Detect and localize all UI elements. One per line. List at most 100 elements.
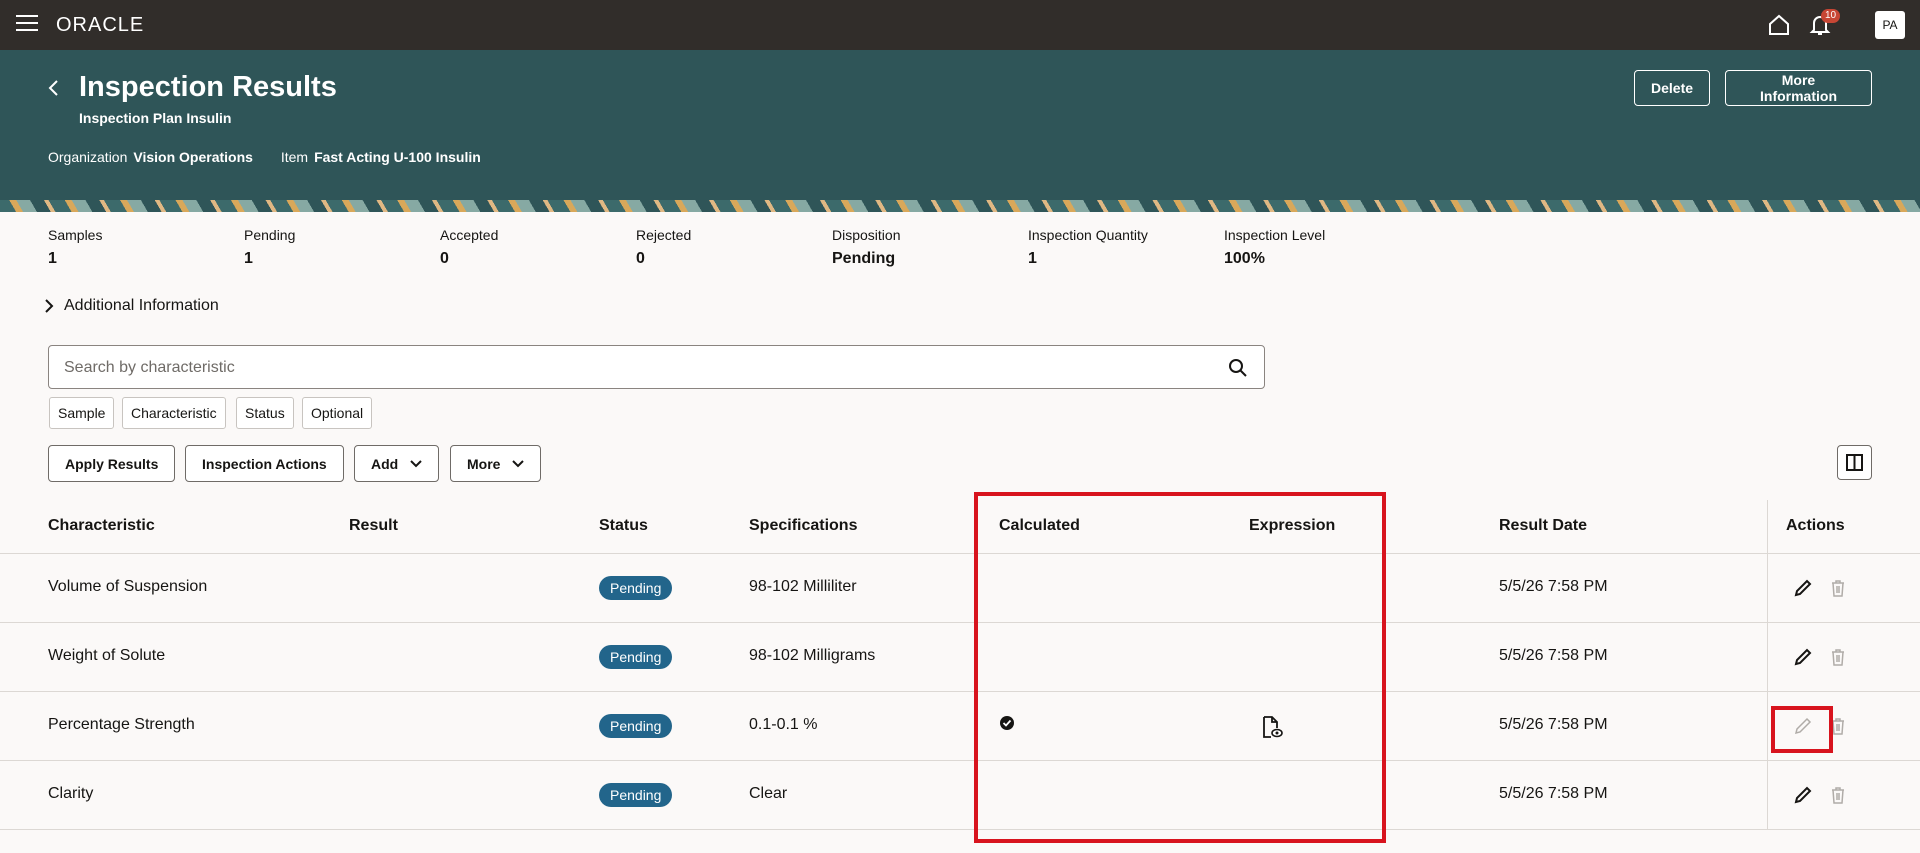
filter-chip-status[interactable]: Status: [236, 397, 294, 429]
add-label: Add: [371, 455, 399, 472]
cell-result-date: 5/5/26 7:58 PM: [1499, 785, 1608, 802]
stat-label: Inspection Quantity: [1028, 227, 1148, 243]
cell-characteristic: Weight of Solute: [48, 647, 166, 664]
cell-specifications: 0.1-0.1 %: [749, 716, 818, 733]
column-header-characteristic[interactable]: Characteristic: [48, 517, 155, 535]
edit-pencil-icon[interactable]: [1793, 578, 1813, 598]
status-badge: Pending: [599, 576, 673, 600]
column-header-actions: Actions: [1786, 517, 1845, 534]
stat-label: Samples: [48, 227, 103, 243]
menu-icon[interactable]: [16, 15, 38, 33]
stat-value: 0: [440, 250, 449, 267]
delete-trash-icon[interactable]: [1828, 578, 1848, 598]
cell-result-date: 5/5/26 7:58 PM: [1499, 716, 1608, 733]
column-header-calculated[interactable]: Calculated: [999, 517, 1080, 535]
row-divider: [0, 553, 1920, 554]
filter-chip-optional[interactable]: Optional: [302, 397, 373, 429]
panel-toggle-button[interactable]: [1837, 445, 1872, 480]
global-header: ORACLE 10 PA: [0, 0, 1920, 50]
home-icon[interactable]: [1767, 13, 1791, 37]
more-menu-button[interactable]: More: [450, 445, 542, 482]
stat-inspection-quantity: Inspection Quantity 1: [1028, 227, 1218, 268]
organization-label: Organization: [48, 149, 128, 165]
stat-value: 1: [244, 250, 253, 267]
stat-inspection-level: Inspection Level 100%: [1224, 227, 1414, 268]
status-badge: Pending: [599, 714, 673, 738]
header-decorative-pattern: [0, 200, 1920, 212]
split-panel-icon: [1846, 454, 1863, 471]
cell-result-date: 5/5/26 7:58 PM: [1499, 578, 1608, 595]
edit-pencil-icon-disabled: [1794, 717, 1812, 735]
filter-chip-sample[interactable]: Sample: [49, 397, 115, 429]
stat-value: 100%: [1224, 250, 1265, 267]
stat-label: Pending: [244, 227, 296, 243]
row-divider: [0, 691, 1920, 692]
user-avatar[interactable]: PA: [1875, 11, 1905, 39]
search-icon[interactable]: [1228, 358, 1248, 378]
delete-trash-icon[interactable]: [1828, 647, 1848, 667]
organization-value: Vision Operations: [133, 149, 253, 165]
chevron-down-icon: [512, 459, 525, 467]
stat-label: Inspection Level: [1224, 227, 1326, 243]
stat-label: Disposition: [832, 227, 901, 243]
stat-label: Rejected: [636, 227, 692, 243]
highlight-box-calculated-expression: [974, 492, 1386, 843]
cell-characteristic: Percentage Strength: [48, 716, 195, 733]
delete-button[interactable]: Delete: [1634, 70, 1710, 106]
chevron-right-icon: [45, 299, 54, 313]
status-badge: Pending: [599, 645, 673, 669]
additional-information-toggle[interactable]: Additional Information: [44, 297, 219, 315]
cell-specifications: 98-102 Milliliter: [749, 578, 857, 595]
org-item-line: Organization Vision Operations Item Fast A…: [48, 149, 481, 165]
page-subtitle: Inspection Plan Insulin: [79, 110, 232, 126]
cell-specifications: 98-102 Milligrams: [749, 647, 876, 664]
delete-trash-icon[interactable]: [1828, 716, 1848, 736]
stat-value: 1: [1028, 250, 1037, 267]
cell-result-date: 5/5/26 7:58 PM: [1499, 647, 1608, 664]
view-expression-icon[interactable]: [1261, 715, 1283, 739]
add-menu-button[interactable]: Add: [354, 445, 440, 482]
row-divider: [0, 760, 1920, 761]
edit-pencil-icon[interactable]: [1793, 785, 1813, 805]
stat-pending: Pending 1: [244, 227, 434, 268]
apply-results-button[interactable]: Apply Results: [48, 445, 176, 482]
stat-value: Pending: [832, 250, 896, 267]
stat-disposition: Disposition Pending: [832, 227, 1022, 268]
stat-value: 0: [636, 250, 645, 267]
apply-results-label: Apply Results: [65, 455, 159, 472]
stat-label: Accepted: [440, 227, 499, 243]
column-header-result-date[interactable]: Result Date: [1499, 517, 1587, 535]
stat-samples: Samples 1: [48, 227, 238, 268]
search-input[interactable]: [64, 356, 1204, 380]
notification-badge: 10: [1821, 9, 1841, 23]
column-header-specifications[interactable]: Specifications: [749, 517, 857, 535]
column-header-status[interactable]: Status: [599, 517, 648, 535]
inspection-actions-label: Inspection Actions: [202, 455, 327, 472]
column-header-expression[interactable]: Expression: [1249, 517, 1335, 535]
calculated-check-icon: [1000, 716, 1014, 730]
row-divider: [0, 622, 1920, 623]
column-header-result[interactable]: Result: [349, 517, 398, 535]
page-title: Inspection Results: [79, 71, 337, 103]
status-badge: Pending: [599, 783, 673, 807]
edit-pencil-icon[interactable]: [1793, 647, 1813, 667]
oracle-logo: ORACLE: [56, 14, 145, 36]
item-label: Item: [280, 149, 309, 165]
stat-accepted: Accepted 0: [440, 227, 630, 268]
search-field[interactable]: [48, 345, 1265, 389]
filter-chip-characteristic[interactable]: Characteristic: [122, 397, 226, 429]
more-information-button[interactable]: More Information: [1725, 70, 1872, 106]
actions-column-divider: [1767, 500, 1768, 830]
row-divider: [0, 829, 1920, 830]
cell-characteristic: Clarity: [48, 785, 94, 802]
inspection-actions-button[interactable]: Inspection Actions: [185, 445, 344, 482]
additional-information-label: Additional Information: [64, 297, 219, 314]
cell-specifications: Clear: [749, 785, 788, 802]
cell-characteristic: Volume of Suspension: [48, 578, 208, 595]
back-arrow-icon[interactable]: [44, 78, 64, 98]
stat-value: 1: [48, 250, 57, 267]
stat-rejected: Rejected 0: [636, 227, 826, 268]
chevron-down-icon: [410, 459, 422, 467]
delete-trash-icon[interactable]: [1828, 785, 1848, 805]
item-value: Fast Acting U-100 Insulin: [314, 149, 481, 165]
